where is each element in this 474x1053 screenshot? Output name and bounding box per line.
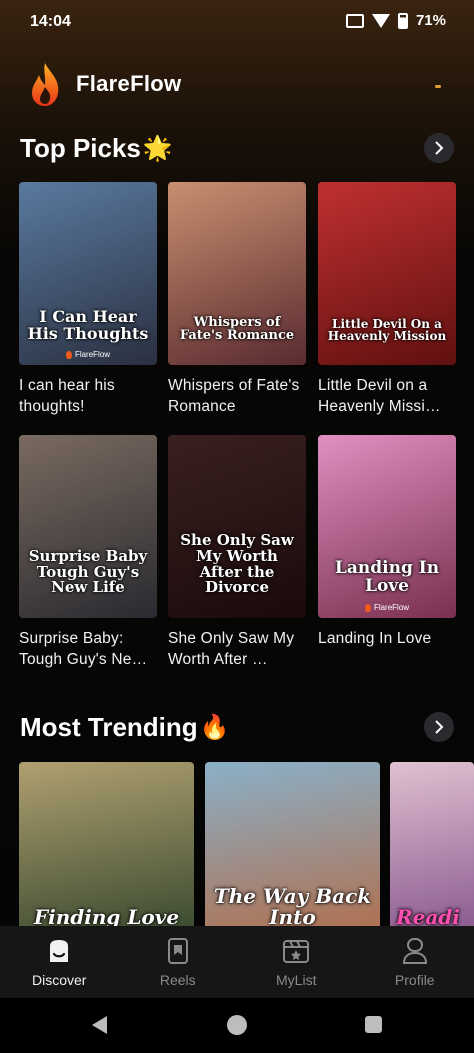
status-time: 14:04 <box>30 13 71 30</box>
app-header: FlareFlow <box>28 60 181 108</box>
flame-icon <box>65 350 72 359</box>
reels-icon <box>167 938 188 964</box>
show-poster[interactable]: She Only Saw My Worth After the Divorce <box>168 435 306 618</box>
trending-show-card[interactable]: The Way Back Into <box>205 762 380 932</box>
wifi-icon <box>371 13 390 28</box>
show-poster[interactable]: Landing In Love FlareFlow <box>318 435 456 618</box>
nav-reels[interactable]: Reels <box>119 926 238 998</box>
top-picks-title: Top Picks <box>20 132 141 163</box>
top-picks-more-button[interactable] <box>424 133 454 163</box>
poster-title-art: Readi <box>396 905 460 929</box>
flame-logo-icon <box>32 63 59 106</box>
show-card[interactable]: I Can Hear His Thoughts FlareFlow I can he… <box>19 182 157 417</box>
poster-title-art: Whispers of Fate's Romance <box>179 314 295 344</box>
recents-icon[interactable] <box>365 1016 382 1033</box>
poster-title-art: I Can Hear His Thoughts <box>27 307 149 344</box>
nav-label: Discover <box>32 972 87 988</box>
poster-brand-badge: FlareFlow <box>364 603 410 612</box>
show-poster[interactable]: Little Devil On a Heavenly Mission <box>318 182 456 365</box>
show-poster[interactable]: I Can Hear His Thoughts FlareFlow <box>19 182 157 365</box>
nav-label: MyList <box>276 972 317 988</box>
nav-label: Reels <box>159 972 196 988</box>
chevron-right-icon <box>435 720 444 734</box>
most-trending-header: Most Trending 🔥 <box>20 707 454 747</box>
home-icon[interactable] <box>227 1015 247 1035</box>
system-nav-bar <box>0 998 474 1053</box>
poster-brand-badge: FlareFlow <box>65 350 111 359</box>
app-screen: 14:04 71% FlareFlow Top Picks 🌟 I Can He… <box>0 0 474 1053</box>
cast-icon <box>345 13 364 28</box>
badge-label: FlareFlow <box>373 603 410 612</box>
show-title[interactable]: Whispers of Fate's Romance <box>168 375 306 417</box>
show-title[interactable]: Surprise Baby: Tough Guy's Ne… <box>19 628 157 670</box>
show-card[interactable]: Landing In Love FlareFlow Landing In Love <box>318 435 456 670</box>
show-title[interactable]: Little Devil on a Heavenly Missi… <box>318 375 456 417</box>
trending-show-card[interactable]: Finding Love <box>19 762 194 932</box>
back-icon[interactable] <box>92 1016 107 1034</box>
nav-profile[interactable]: Profile <box>356 926 474 998</box>
show-card[interactable]: She Only Saw My Worth After the Divorce S… <box>168 435 306 670</box>
show-title[interactable]: Landing In Love <box>318 628 456 670</box>
status-icons: 71% <box>345 12 446 29</box>
trending-show-card[interactable]: Readi <box>390 762 474 932</box>
mylist-icon <box>283 940 310 963</box>
poster-title-art: The Way Back Into <box>213 884 372 929</box>
poster-title-art: Little Devil On a Heavenly Mission <box>327 316 447 344</box>
show-poster[interactable]: Whispers of Fate's Romance <box>168 182 306 365</box>
most-trending-more-button[interactable] <box>424 712 454 742</box>
section-title: Most Trending 🔥 <box>20 712 230 743</box>
show-title[interactable]: I can hear his thoughts! <box>19 375 157 417</box>
decorative-spark <box>435 85 441 88</box>
star-icon: 🌟 <box>142 134 173 162</box>
poster-title-art: Surprise Baby Tough Guy's New Life <box>28 546 148 597</box>
nav-label: Profile <box>394 972 435 988</box>
most-trending-title: Most Trending <box>20 711 198 742</box>
fire-icon: 🔥 <box>199 713 230 741</box>
show-card[interactable]: Whispers of Fate's Romance Whispers of Fa… <box>168 182 306 417</box>
nav-mylist[interactable]: MyList <box>237 926 356 998</box>
poster-title-art: Finding Love <box>33 905 180 929</box>
top-picks-header: Top Picks 🌟 <box>20 128 454 168</box>
app-name: FlareFlow <box>76 71 182 96</box>
show-card[interactable]: Little Devil On a Heavenly Mission Little… <box>318 182 456 417</box>
profile-icon <box>402 938 427 964</box>
poster-title-art: She Only Saw My Worth After the Divorce <box>180 531 294 597</box>
show-card[interactable]: Surprise Baby Tough Guy's New Life Surpri… <box>19 435 157 670</box>
bottom-nav: Discover Reels MyList Profile <box>0 926 474 998</box>
battery-icon <box>397 12 408 29</box>
show-title[interactable]: She Only Saw My Worth After … <box>168 628 306 670</box>
nav-discover[interactable]: Discover <box>0 926 119 998</box>
chevron-right-icon <box>435 141 444 155</box>
badge-label: FlareFlow <box>74 350 111 359</box>
status-bar: 14:04 71% <box>0 0 474 46</box>
discover-icon <box>50 940 69 962</box>
poster-title-art: Landing In Love <box>334 558 440 597</box>
battery-percent: 71% <box>415 12 446 29</box>
section-title: Top Picks 🌟 <box>20 133 173 164</box>
flame-icon <box>364 603 371 612</box>
show-poster[interactable]: Surprise Baby Tough Guy's New Life <box>19 435 157 618</box>
